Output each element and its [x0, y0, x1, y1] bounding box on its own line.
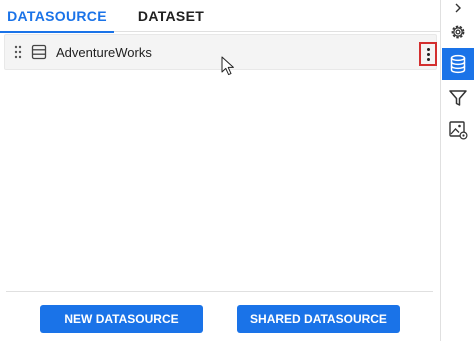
mouse-cursor-icon [221, 56, 234, 76]
new-datasource-button[interactable]: NEW DATASOURCE [40, 305, 203, 333]
tab-dataset[interactable]: DATASET [114, 0, 228, 32]
tab-datasource[interactable]: DATASOURCE [0, 0, 114, 33]
image-settings-icon [449, 121, 468, 140]
tab-bar: DATASOURCE DATASET [0, 0, 441, 33]
data-panel: DATASOURCE DATASET AdventureWorks NEW DA… [0, 0, 441, 341]
shared-datasource-button[interactable]: SHARED DATASOURCE [237, 305, 400, 333]
collapse-panel-button[interactable] [442, 0, 474, 16]
chevron-right-icon [455, 3, 461, 13]
gear-icon [451, 25, 465, 39]
settings-button[interactable] [442, 18, 474, 46]
image-settings-button[interactable] [442, 116, 474, 144]
database-icon [31, 44, 47, 60]
panel-footer: NEW DATASOURCE SHARED DATASOURCE [6, 291, 433, 341]
filter-icon [449, 90, 467, 106]
filter-button[interactable] [442, 84, 474, 112]
datasource-name: AdventureWorks [56, 45, 152, 60]
kebab-menu-icon[interactable] [419, 42, 437, 66]
drag-handle-icon[interactable] [14, 45, 22, 59]
data-button[interactable] [442, 48, 474, 80]
properties-side-panel [442, 0, 474, 341]
database-icon [450, 54, 466, 74]
